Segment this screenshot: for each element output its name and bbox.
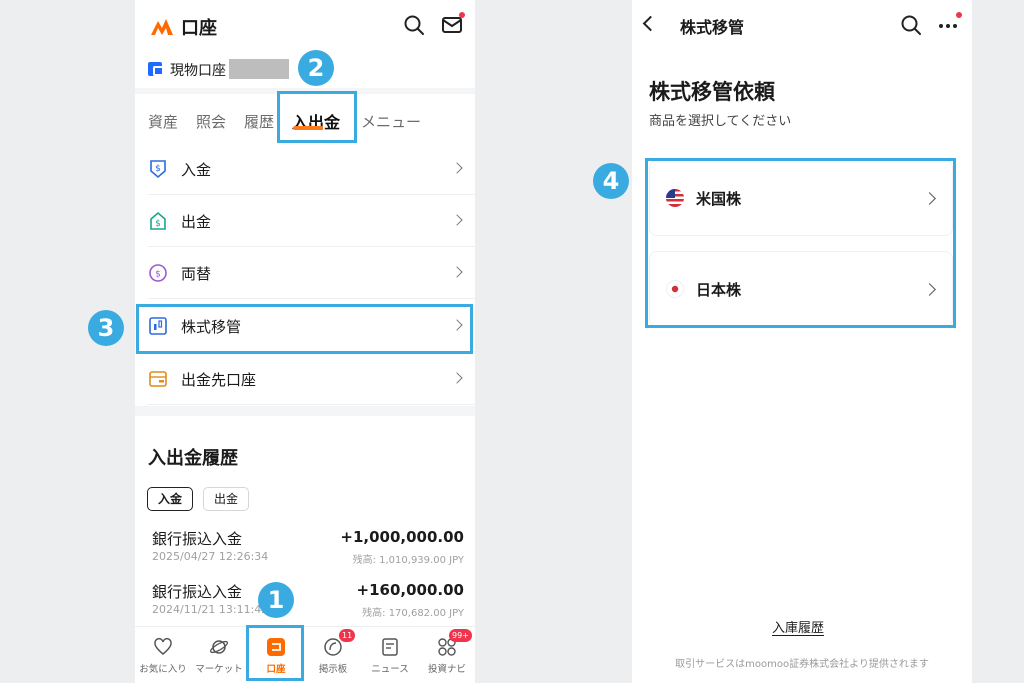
wallet-icon	[148, 62, 164, 76]
history-item-balance: 残高: 170,682.00 JPY	[362, 608, 464, 619]
page-title: 口座	[181, 18, 217, 39]
highlight-stock-options	[645, 158, 956, 328]
provider-footer: 取引サービスはmoomoo証券株式会社より提供されます	[675, 659, 929, 670]
row-divider	[148, 404, 475, 405]
highlight-stock-transfer	[136, 304, 473, 354]
tab-history[interactable]: 履歴	[244, 111, 274, 132]
step-marker-1: 1	[258, 582, 294, 618]
chevron-right-icon	[451, 372, 463, 384]
chevron-right-icon	[451, 162, 463, 174]
menu-item-label: 出金先口座	[181, 371, 257, 389]
transfer-heading: 株式移管依頼	[649, 80, 775, 104]
planet-icon	[209, 640, 229, 654]
nav-label: お気に入り	[139, 664, 187, 675]
nav-invest-navi[interactable]: 99+ 投資ナビ	[419, 627, 475, 683]
menu-item-deposit[interactable]: $ 入金	[135, 143, 475, 195]
page-title: 株式移管	[680, 18, 745, 37]
stock-transfer-screen: 株式移管 株式移管依頼 商品を選択してください 米国株 日本株 入庫履歴 取引サ…	[632, 0, 972, 683]
heart-icon	[154, 638, 172, 655]
transfer-subtitle: 商品を選択してください	[649, 114, 792, 129]
history-item-balance: 残高: 1,010,939.00 JPY	[352, 555, 464, 566]
menu-item-bank-account[interactable]: 出金先口座	[135, 353, 475, 405]
step-marker-3: 3	[88, 310, 124, 346]
highlight-tab-deposit-withdraw	[277, 91, 357, 143]
filter-withdraw[interactable]: 出金	[203, 487, 250, 511]
nav-news[interactable]: ニュース	[362, 627, 418, 683]
history-item[interactable]: 銀行振込入金 2024/11/21 13:11:42 +160,000.00 残…	[152, 581, 464, 627]
transfer-history-link[interactable]: 入庫履歴	[772, 617, 824, 636]
menu-item-label: 両替	[181, 265, 212, 283]
menu-item-exchange[interactable]: $ 両替	[135, 247, 475, 299]
step-marker-2: 2	[298, 50, 334, 86]
history-item[interactable]: 銀行振込入金 2025/04/27 12:26:34 +1,000,000.00…	[152, 528, 464, 574]
nav-label: 投資ナビ	[427, 664, 466, 675]
step-marker-4: 4	[593, 163, 629, 199]
tab-menu[interactable]: メニュー	[361, 111, 421, 132]
nav-favorites[interactable]: お気に入り	[135, 627, 191, 683]
menu-item-label: 入金	[181, 161, 212, 179]
deposit-icon: $	[150, 160, 166, 179]
history-item-date: 2025/04/27 12:26:34	[152, 550, 269, 563]
moomoo-logo-icon	[151, 19, 173, 35]
search-icon[interactable]	[900, 14, 922, 36]
more-icon[interactable]	[937, 14, 959, 36]
bank-account-icon	[149, 371, 167, 387]
highlight-nav-account	[246, 625, 304, 681]
svg-text:$: $	[155, 270, 161, 280]
svg-text:$: $	[155, 164, 161, 174]
exchange-icon: $	[149, 264, 167, 282]
bottom-nav: お気に入り マーケット 口座 11 掲示板 ニュース 99+ 投資ナビ	[135, 626, 475, 683]
tab-assets[interactable]: 資産	[148, 111, 178, 132]
withdraw-icon: $	[150, 211, 166, 230]
nav-label: ニュース	[371, 664, 409, 675]
menu-item-withdraw[interactable]: $ 出金	[135, 195, 475, 247]
nav-board[interactable]: 11 掲示板	[305, 627, 361, 683]
account-label: 現物口座	[170, 63, 226, 79]
section-divider	[135, 406, 475, 416]
nav-label: マーケット	[195, 664, 243, 675]
nav-label: 掲示板	[318, 664, 348, 675]
row-divider	[148, 298, 475, 299]
nav-badge: 11	[339, 629, 356, 642]
notification-dot	[956, 12, 962, 18]
history-item-date: 2024/11/21 13:11:42	[152, 603, 269, 616]
masked-account-number	[229, 59, 289, 79]
history-item-title: 銀行振込入金	[152, 583, 243, 601]
search-icon[interactable]	[403, 14, 425, 36]
top-bar: 口座	[135, 0, 475, 52]
news-icon	[382, 638, 398, 656]
menu-item-label: 出金	[181, 213, 212, 231]
nav-badge: 99+	[449, 629, 472, 642]
nav-market[interactable]: マーケット	[191, 627, 247, 683]
history-item-title: 銀行振込入金	[152, 530, 243, 548]
chevron-right-icon	[451, 266, 463, 278]
svg-text:$: $	[155, 219, 161, 229]
tab-inquiry[interactable]: 照会	[196, 111, 226, 132]
history-item-amount: +1,000,000.00	[340, 528, 464, 546]
history-item-amount: +160,000.00	[356, 581, 464, 599]
notification-dot	[459, 12, 465, 18]
filter-deposit[interactable]: 入金	[147, 487, 194, 511]
history-title: 入出金履歴	[148, 448, 238, 469]
chevron-right-icon	[451, 214, 463, 226]
back-arrow-icon[interactable]	[642, 15, 659, 32]
